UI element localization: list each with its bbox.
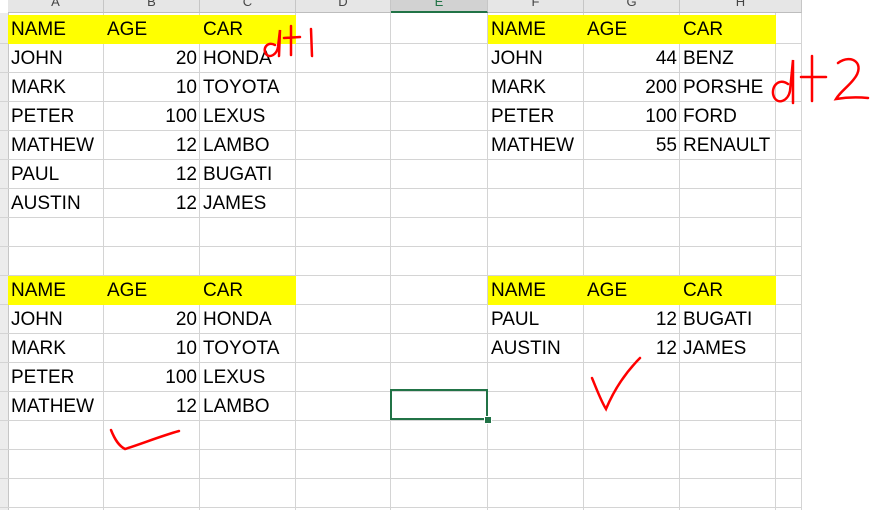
header-cell[interactable]: AGE (584, 276, 680, 305)
table-cell[interactable]: PETER (8, 102, 104, 131)
column-header-a[interactable]: A (8, 0, 104, 13)
table-cell[interactable]: 12 (104, 189, 200, 218)
table-cell[interactable]: 12 (104, 160, 200, 189)
column-header-h[interactable]: H (680, 0, 802, 13)
table-cell[interactable]: 100 (104, 102, 200, 131)
header-cell[interactable]: NAME (488, 15, 584, 44)
active-cell-selection[interactable] (390, 389, 488, 420)
table-cell[interactable]: 10 (104, 73, 200, 102)
header-cell[interactable]: AGE (104, 276, 200, 305)
table-cell[interactable]: JOHN (8, 44, 104, 73)
gridline (0, 507, 802, 508)
column-header-g[interactable]: G (584, 0, 680, 13)
table-cell[interactable]: AUSTIN (488, 334, 584, 363)
column-header-b[interactable]: B (104, 0, 200, 13)
table-cell[interactable]: 44 (584, 44, 680, 73)
header-cell[interactable]: CAR (200, 15, 296, 44)
table-cell[interactable]: PETER (488, 102, 584, 131)
table-cell[interactable]: MATHEW (8, 131, 104, 160)
table-cell[interactable]: LEXUS (200, 102, 296, 131)
column-letter: E (434, 0, 444, 9)
column-letter: G (626, 0, 637, 9)
table-cell[interactable]: 100 (584, 102, 680, 131)
gridline (390, 13, 391, 510)
spreadsheet-grid[interactable]: A B C D E F G H NAME AGE CAR JOHN 20 HON… (0, 0, 870, 510)
table-cell[interactable]: PAUL (8, 160, 104, 189)
table-cell[interactable]: 20 (104, 44, 200, 73)
header-cell[interactable]: CAR (680, 15, 776, 44)
table-cell[interactable]: JAMES (200, 189, 296, 218)
table-cell[interactable]: FORD (680, 102, 776, 131)
column-letter: D (338, 0, 348, 9)
column-header-d[interactable]: D (296, 0, 391, 13)
table-cell[interactable]: 200 (584, 73, 680, 102)
table-cell[interactable]: JOHN (488, 44, 584, 73)
table-cell[interactable]: 100 (104, 363, 200, 392)
column-letter: F (531, 0, 540, 9)
column-letter: B (147, 0, 156, 9)
table-cell[interactable]: MARK (488, 73, 584, 102)
column-header-c[interactable]: C (200, 0, 296, 13)
gridline (0, 246, 802, 247)
table-cell[interactable]: JOHN (8, 305, 104, 334)
table-cell[interactable]: MARK (8, 334, 104, 363)
table-cell[interactable]: 12 (104, 131, 200, 160)
header-cell[interactable]: CAR (680, 276, 776, 305)
gridline (0, 449, 802, 450)
table-cell[interactable]: 10 (104, 334, 200, 363)
fill-handle[interactable] (484, 416, 492, 424)
blank-area (802, 0, 870, 510)
table-cell[interactable]: BENZ (680, 44, 776, 73)
header-cell[interactable]: AGE (104, 15, 200, 44)
table-cell[interactable]: LAMBO (200, 392, 296, 421)
table-cell[interactable]: TOYOTA (200, 334, 296, 363)
gridline (0, 478, 802, 479)
table-cell[interactable]: BUGATI (680, 305, 776, 334)
table-cell[interactable]: HONDA (200, 305, 296, 334)
column-header-e[interactable]: E (391, 0, 488, 13)
column-letter: A (51, 0, 60, 9)
table-cell[interactable]: MATHEW (8, 392, 104, 421)
table-cell[interactable]: 12 (584, 305, 680, 334)
table-cell[interactable]: MARK (8, 73, 104, 102)
table-cell[interactable]: AUSTIN (8, 189, 104, 218)
table-cell[interactable]: TOYOTA (200, 73, 296, 102)
table-cell[interactable]: BUGATI (200, 160, 296, 189)
table-cell[interactable]: JAMES (680, 334, 776, 363)
table-cell[interactable]: PORSHE (680, 73, 776, 102)
header-cell[interactable]: CAR (200, 276, 296, 305)
column-letter: C (242, 0, 253, 9)
column-header-f[interactable]: F (488, 0, 584, 13)
table-cell[interactable]: MATHEW (488, 131, 584, 160)
header-cell[interactable]: NAME (8, 276, 104, 305)
column-letter: H (735, 0, 746, 9)
table-cell[interactable]: PETER (8, 363, 104, 392)
table-cell[interactable]: LEXUS (200, 363, 296, 392)
header-cell[interactable]: NAME (488, 276, 584, 305)
header-cell[interactable]: NAME (8, 15, 104, 44)
header-cell[interactable]: AGE (584, 15, 680, 44)
table-cell[interactable]: PAUL (488, 305, 584, 334)
table-cell[interactable]: RENAULT (680, 131, 800, 160)
table-cell[interactable]: 20 (104, 305, 200, 334)
table-cell[interactable]: 12 (104, 392, 200, 421)
table-cell[interactable]: 55 (584, 131, 680, 160)
table-cell[interactable]: HONDA (200, 44, 296, 73)
table-cell[interactable]: 12 (584, 334, 680, 363)
table-cell[interactable]: LAMBO (200, 131, 296, 160)
